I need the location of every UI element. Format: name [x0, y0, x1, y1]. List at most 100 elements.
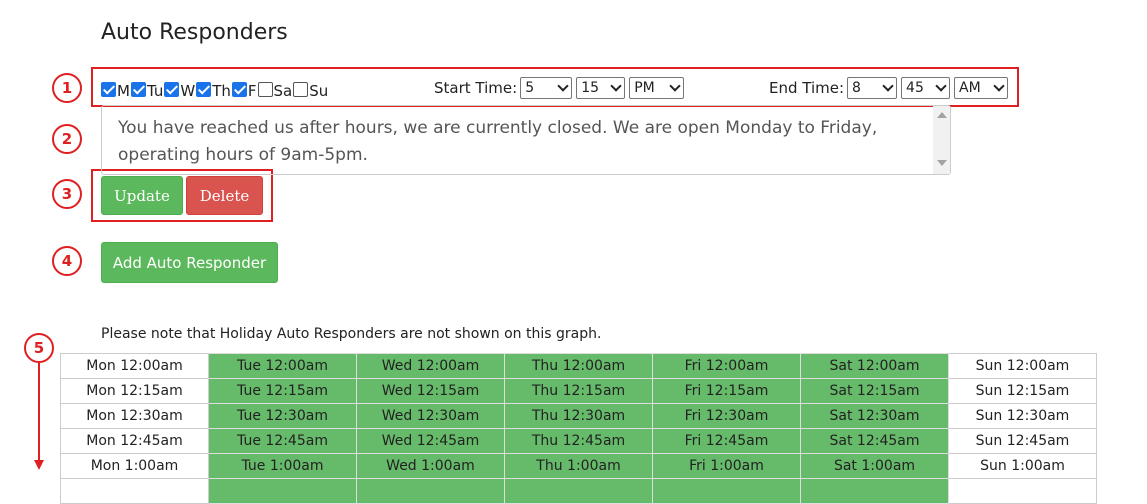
callout-5: 5 [24, 333, 54, 363]
add-auto-responder-button[interactable]: Add Auto Responder [101, 242, 278, 283]
checkbox-sunday[interactable] [293, 81, 309, 97]
delete-button[interactable]: Delete [186, 176, 263, 215]
end-minute-value: 45 [906, 80, 924, 96]
day-checkboxes: M Tu W Th F Sa Su [101, 78, 329, 100]
day-wednesday[interactable]: W [164, 78, 195, 100]
table-cell: Sun 1:00am [948, 453, 1097, 479]
table-row [60, 478, 1097, 504]
checkbox-thursday[interactable] [196, 81, 212, 97]
day-label-friday: F [247, 82, 257, 100]
day-label-thursday: Th [212, 82, 231, 100]
scroll-up-icon[interactable] [937, 112, 947, 118]
table-cell: Sun 12:15am [948, 378, 1097, 404]
end-ampm-select[interactable]: AM [954, 77, 1009, 99]
table-cell: Fri 12:00am [652, 353, 801, 379]
chevron-down-icon [993, 80, 1005, 92]
table-cell: Wed 12:30am [356, 403, 505, 429]
table-cell: Thu 12:15am [504, 378, 653, 404]
chevron-down-icon [557, 80, 569, 92]
table-cell: Sat 12:00am [800, 353, 949, 379]
table-cell: Mon 12:30am [60, 403, 209, 429]
end-ampm-value: AM [959, 80, 981, 96]
table-cell [652, 478, 801, 504]
table-row: Mon 1:00am Tue 1:00am Wed 1:00am Thu 1:00am… [60, 453, 1097, 479]
table-cell: Tue 12:00am [208, 353, 357, 379]
start-minute-select[interactable]: 15 [576, 77, 626, 99]
day-saturday[interactable]: Sa [257, 78, 293, 100]
table-cell: Fri 12:45am [652, 428, 801, 454]
checkbox-friday[interactable] [231, 81, 247, 97]
table-cell: Sun 12:30am [948, 403, 1097, 429]
end-time-label: End Time: [769, 79, 845, 97]
message-text: You have reached us after hours, we are … [118, 118, 878, 165]
table-cell [800, 478, 949, 504]
day-label-monday: M [117, 82, 130, 100]
schedule-grid: Mon 12:00am Tue 12:00am Wed 12:00am Thu 12:… [60, 353, 1097, 504]
table-row: Mon 12:30am Tue 12:30am Wed 12:30am Thu 12:… [60, 403, 1097, 429]
table-cell: Thu 12:45am [504, 428, 653, 454]
day-label-wednesday: W [180, 82, 196, 100]
table-row: Mon 12:45am Tue 12:45am Wed 12:45am Thu 12:… [60, 428, 1097, 454]
start-time-label: Start Time: [434, 79, 518, 97]
table-cell: Mon 1:00am [60, 453, 209, 479]
table-cell [356, 478, 505, 504]
message-textarea[interactable]: You have reached us after hours, we are … [101, 105, 951, 175]
table-cell: Mon 12:45am [60, 428, 209, 454]
arrow-down-icon [34, 460, 44, 470]
checkbox-monday[interactable] [101, 81, 116, 97]
table-cell [60, 478, 209, 504]
table-cell: Wed 1:00am [356, 453, 505, 479]
checkbox-saturday[interactable] [257, 81, 273, 97]
table-cell: Mon 12:15am [60, 378, 209, 404]
table-cell: Fri 12:15am [652, 378, 801, 404]
table-cell: Mon 12:00am [60, 353, 209, 379]
start-ampm-value: PM [634, 80, 655, 96]
table-cell: Sun 12:45am [948, 428, 1097, 454]
end-minute-select[interactable]: 45 [901, 77, 951, 99]
start-hour-select[interactable]: 5 [520, 77, 573, 99]
start-hour-value: 5 [525, 80, 535, 96]
start-ampm-select[interactable]: PM [629, 77, 685, 99]
table-cell: Sat 12:45am [800, 428, 949, 454]
scroll-down-icon[interactable] [937, 160, 947, 166]
table-cell: Wed 12:15am [356, 378, 505, 404]
day-thursday[interactable]: Th [196, 78, 231, 100]
table-cell: Sat 12:15am [800, 378, 949, 404]
update-button[interactable]: Update [101, 176, 183, 215]
textarea-scrollbar[interactable] [933, 106, 950, 174]
holiday-note: Please note that Holiday Auto Responders… [101, 326, 602, 342]
callout-1: 1 [52, 73, 82, 103]
checkbox-wednesday[interactable] [164, 81, 180, 97]
day-sunday[interactable]: Su [293, 78, 328, 100]
table-row: Mon 12:00am Tue 12:00am Wed 12:00am Thu 12:… [60, 353, 1097, 379]
end-hour-select[interactable]: 8 [847, 77, 898, 99]
start-time-group: Start Time: 5 15 PM [434, 77, 688, 99]
table-cell: Wed 12:00am [356, 353, 505, 379]
chevron-down-icon [882, 80, 894, 92]
checkbox-tuesday[interactable] [130, 81, 146, 97]
day-label-tuesday: Tu [146, 82, 164, 100]
day-tuesday[interactable]: Tu [130, 78, 164, 100]
chevron-down-icon [669, 80, 681, 92]
table-cell: Thu 12:30am [504, 403, 653, 429]
table-cell: Tue 1:00am [208, 453, 357, 479]
table-cell: Sat 1:00am [800, 453, 949, 479]
table-cell [948, 478, 1097, 504]
scroll-arrow-line [38, 363, 40, 463]
day-label-sunday: Su [309, 82, 329, 100]
table-cell [208, 478, 357, 504]
end-hour-value: 8 [852, 80, 861, 96]
start-minute-value: 15 [581, 80, 600, 96]
day-monday[interactable]: M [101, 78, 130, 100]
callout-2: 2 [52, 124, 82, 154]
table-cell: Fri 1:00am [652, 453, 801, 479]
table-cell: Tue 12:30am [208, 403, 357, 429]
table-cell: Sun 12:00am [948, 353, 1097, 379]
table-cell: Fri 12:30am [652, 403, 801, 429]
callout-3: 3 [52, 179, 82, 209]
callout-4: 4 [52, 246, 82, 276]
day-label-saturday: Sa [273, 82, 293, 100]
table-cell: Tue 12:45am [208, 428, 357, 454]
day-friday[interactable]: F [231, 78, 257, 100]
table-row: Mon 12:15am Tue 12:15am Wed 12:15am Thu 12:… [60, 378, 1097, 404]
